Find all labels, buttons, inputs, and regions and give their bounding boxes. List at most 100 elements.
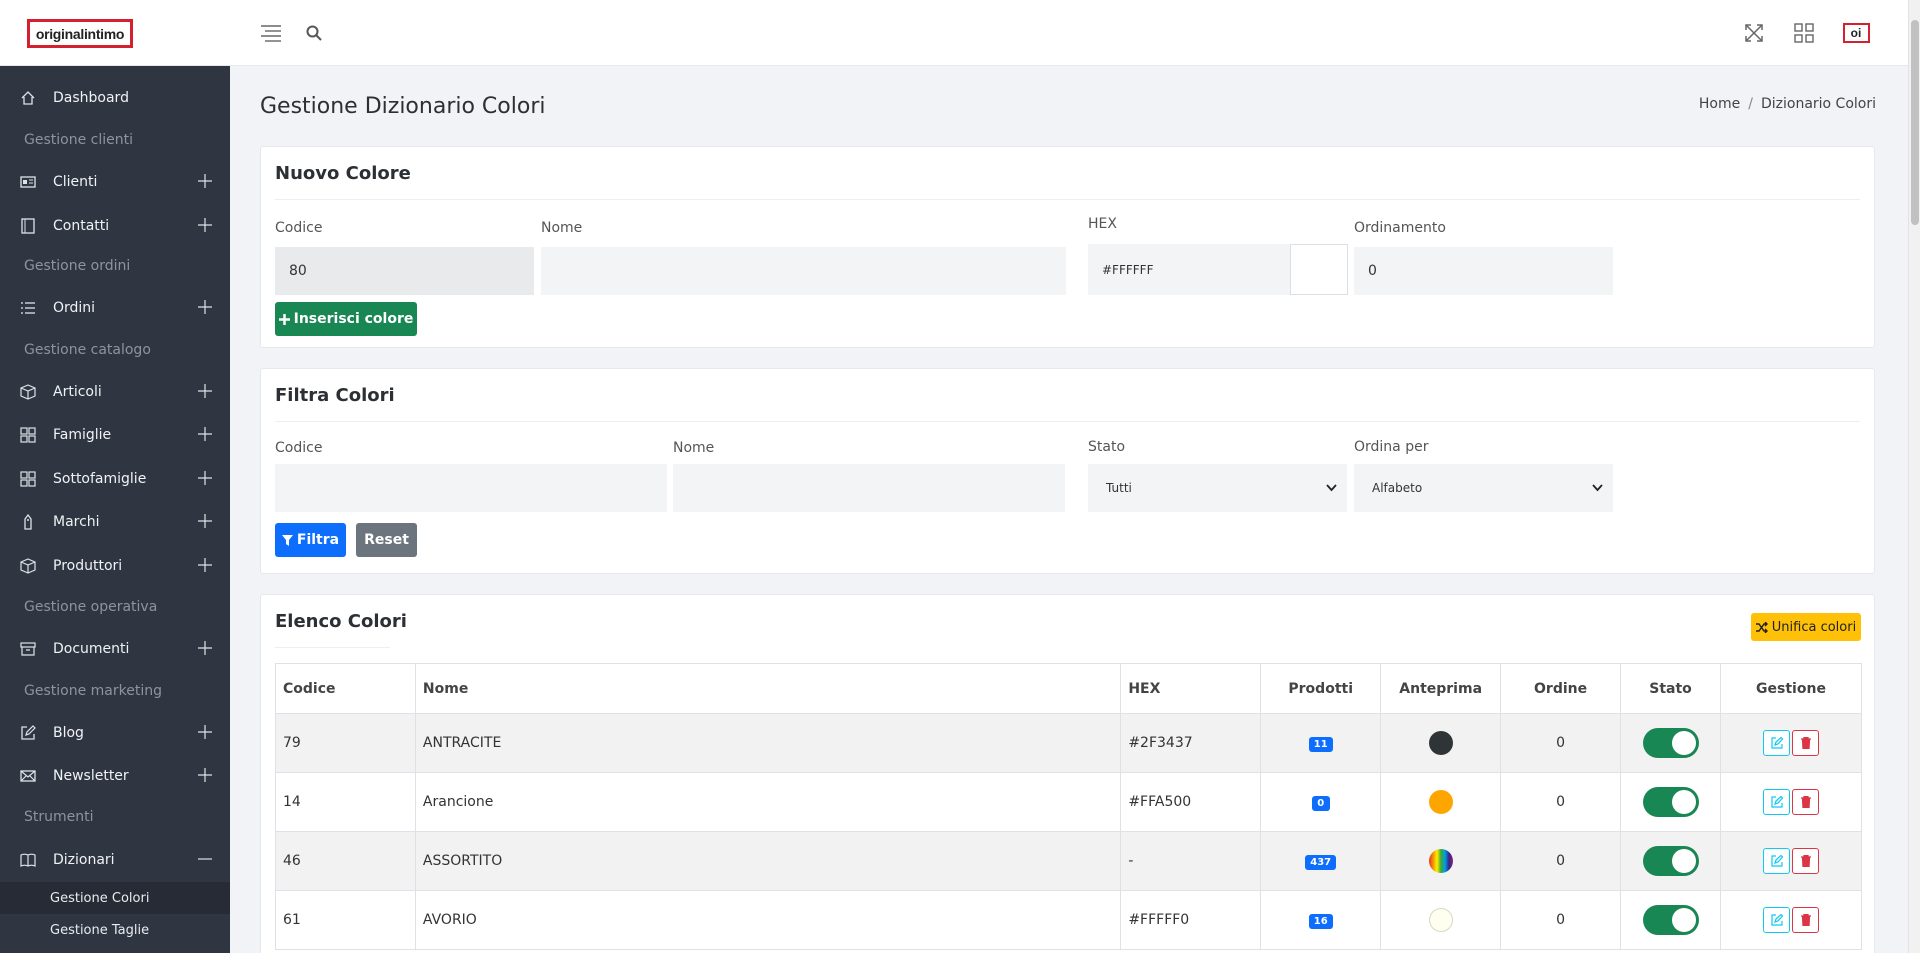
products-count-badge[interactable]: 11 — [1308, 736, 1333, 752]
cell-codice: 61 — [275, 890, 416, 950]
box-icon — [20, 558, 36, 574]
cell-gestione — [1720, 713, 1862, 773]
sidebar-item-label: Famiglie — [53, 427, 112, 443]
edit-button[interactable] — [1763, 730, 1790, 756]
col-stato[interactable]: Stato — [1620, 663, 1721, 714]
brand-logo[interactable]: originalintimo — [27, 19, 133, 48]
sidebar-item-sottofamiglie[interactable]: Sottofamiglie — [0, 459, 230, 499]
products-count-badge[interactable]: 0 — [1311, 795, 1330, 811]
apps-grid-icon[interactable] — [1793, 22, 1815, 44]
status-toggle[interactable] — [1642, 846, 1699, 876]
status-toggle[interactable] — [1642, 905, 1699, 935]
cell-gestione — [1720, 831, 1862, 891]
delete-button[interactable] — [1792, 730, 1819, 756]
id-card-icon — [20, 176, 36, 188]
user-avatar[interactable]: oi — [1842, 22, 1870, 44]
sidebar-item-clienti[interactable]: Clienti — [0, 162, 230, 202]
sidebar-item-famiglie[interactable]: Famiglie — [0, 415, 230, 455]
toggle-knob — [1671, 790, 1696, 814]
filter-card: Filtra Colori Codice Nome Stato Tutti Or… — [260, 368, 1875, 574]
delete-button[interactable] — [1792, 789, 1819, 815]
sidebar-item-ordini[interactable]: Ordini — [0, 288, 230, 328]
sidebar-item-label: Dizionari — [53, 852, 115, 868]
merge-colors-button[interactable]: Unifica colori — [1751, 613, 1861, 641]
cell-ordine: 0 — [1500, 890, 1622, 950]
sidebar-item-dizionari[interactable]: Dizionari — [0, 840, 230, 880]
filter-nome-input[interactable] — [673, 464, 1065, 512]
hex-input[interactable] — [1088, 244, 1290, 295]
nome-input[interactable] — [541, 247, 1066, 295]
sidebar-item-contatti[interactable]: Contatti — [0, 206, 230, 246]
cell-prodotti: 16 — [1260, 890, 1382, 950]
status-toggle[interactable] — [1642, 728, 1699, 758]
table-row: 14 Arancione #FFA500 0 0 — [275, 772, 1862, 832]
breadcrumb-current: Dizionario Colori — [1760, 96, 1876, 112]
col-prodotti[interactable]: Prodotti — [1260, 663, 1382, 714]
toggle-knob — [1671, 731, 1696, 755]
edit-icon — [21, 725, 36, 740]
grid-icon — [20, 471, 36, 487]
sidebar-item-label: Clienti — [53, 174, 98, 190]
filter-ordina-select[interactable]: Alfabeto — [1354, 464, 1613, 512]
sidebar-item-marchi[interactable]: Marchi — [0, 502, 230, 542]
sidebar-item-dashboard[interactable]: Dashboard — [0, 78, 230, 118]
chevron-down-icon — [1592, 484, 1603, 492]
sidebar-section-strumenti: Strumenti — [24, 809, 94, 825]
hex-color-picker[interactable] — [1290, 244, 1348, 295]
page-scrollbar[interactable] — [1908, 0, 1920, 953]
nome-label: Nome — [541, 220, 583, 236]
sidebar-item-label: Articoli — [53, 384, 102, 400]
plus-icon — [198, 725, 212, 739]
col-nome[interactable]: Nome — [414, 663, 1122, 714]
menu-toggle-icon[interactable] — [260, 22, 282, 44]
products-count-badge[interactable]: 437 — [1305, 854, 1337, 870]
scrollbar-thumb[interactable] — [1911, 20, 1919, 225]
breadcrumb-home[interactable]: Home — [1699, 96, 1740, 112]
ordinamento-input[interactable] — [1354, 247, 1613, 295]
col-codice[interactable]: Codice — [275, 663, 416, 714]
delete-button[interactable] — [1792, 907, 1819, 933]
sidebar-item-blog[interactable]: Blog — [0, 713, 230, 753]
fullscreen-icon[interactable] — [1743, 22, 1765, 44]
filter-codice-input[interactable] — [275, 464, 667, 512]
trash-icon — [1801, 737, 1811, 749]
cell-stato — [1620, 890, 1721, 950]
sidebar-item-articoli[interactable]: Articoli — [0, 372, 230, 412]
col-hex[interactable]: HEX — [1120, 663, 1262, 714]
col-ordine[interactable]: Ordine — [1500, 663, 1622, 714]
reset-button[interactable]: Reset — [356, 523, 417, 557]
sidebar-subitem-taglie[interactable]: Gestione Taglie — [0, 914, 230, 946]
edit-button[interactable] — [1763, 848, 1790, 874]
edit-icon — [1771, 737, 1783, 749]
filter-stato-value: Tutti — [1106, 481, 1132, 495]
sidebar-item-label: Blog — [53, 725, 84, 741]
cell-nome: ANTRACITE — [414, 713, 1122, 773]
toggle-knob — [1671, 908, 1696, 932]
search-icon[interactable] — [303, 22, 325, 44]
color-preview-swatch — [1428, 731, 1453, 755]
plus-icon — [198, 427, 212, 441]
filter-stato-select[interactable]: Tutti — [1088, 464, 1347, 512]
products-count-badge[interactable]: 16 — [1308, 913, 1333, 929]
sidebar-section-catalogo: Gestione catalogo — [24, 342, 151, 358]
sidebar-item-newsletter[interactable]: Newsletter — [0, 756, 230, 796]
cell-gestione — [1720, 772, 1862, 832]
insert-color-button[interactable]: Inserisci colore — [275, 302, 417, 336]
edit-button[interactable] — [1763, 907, 1790, 933]
filter-button[interactable]: Filtra — [275, 523, 346, 557]
sidebar-item-label: Ordini — [53, 300, 96, 316]
cell-prodotti: 0 — [1260, 772, 1382, 832]
filter-stato-label: Stato — [1088, 439, 1126, 455]
sidebar-item-documenti[interactable]: Documenti — [0, 629, 230, 669]
sidebar-item-produttori[interactable]: Produttori — [0, 546, 230, 586]
status-toggle[interactable] — [1642, 787, 1699, 817]
cell-stato — [1620, 772, 1721, 832]
codice-input[interactable] — [275, 247, 534, 295]
sidebar-item-label: Marchi — [53, 514, 100, 530]
cell-prodotti: 437 — [1260, 831, 1382, 891]
sidebar-subitem-colori[interactable]: Gestione Colori — [0, 882, 230, 914]
sidebar-section-marketing: Gestione marketing — [24, 683, 162, 699]
edit-button[interactable] — [1763, 789, 1790, 815]
cell-nome: AVORIO — [414, 890, 1122, 950]
delete-button[interactable] — [1792, 848, 1819, 874]
